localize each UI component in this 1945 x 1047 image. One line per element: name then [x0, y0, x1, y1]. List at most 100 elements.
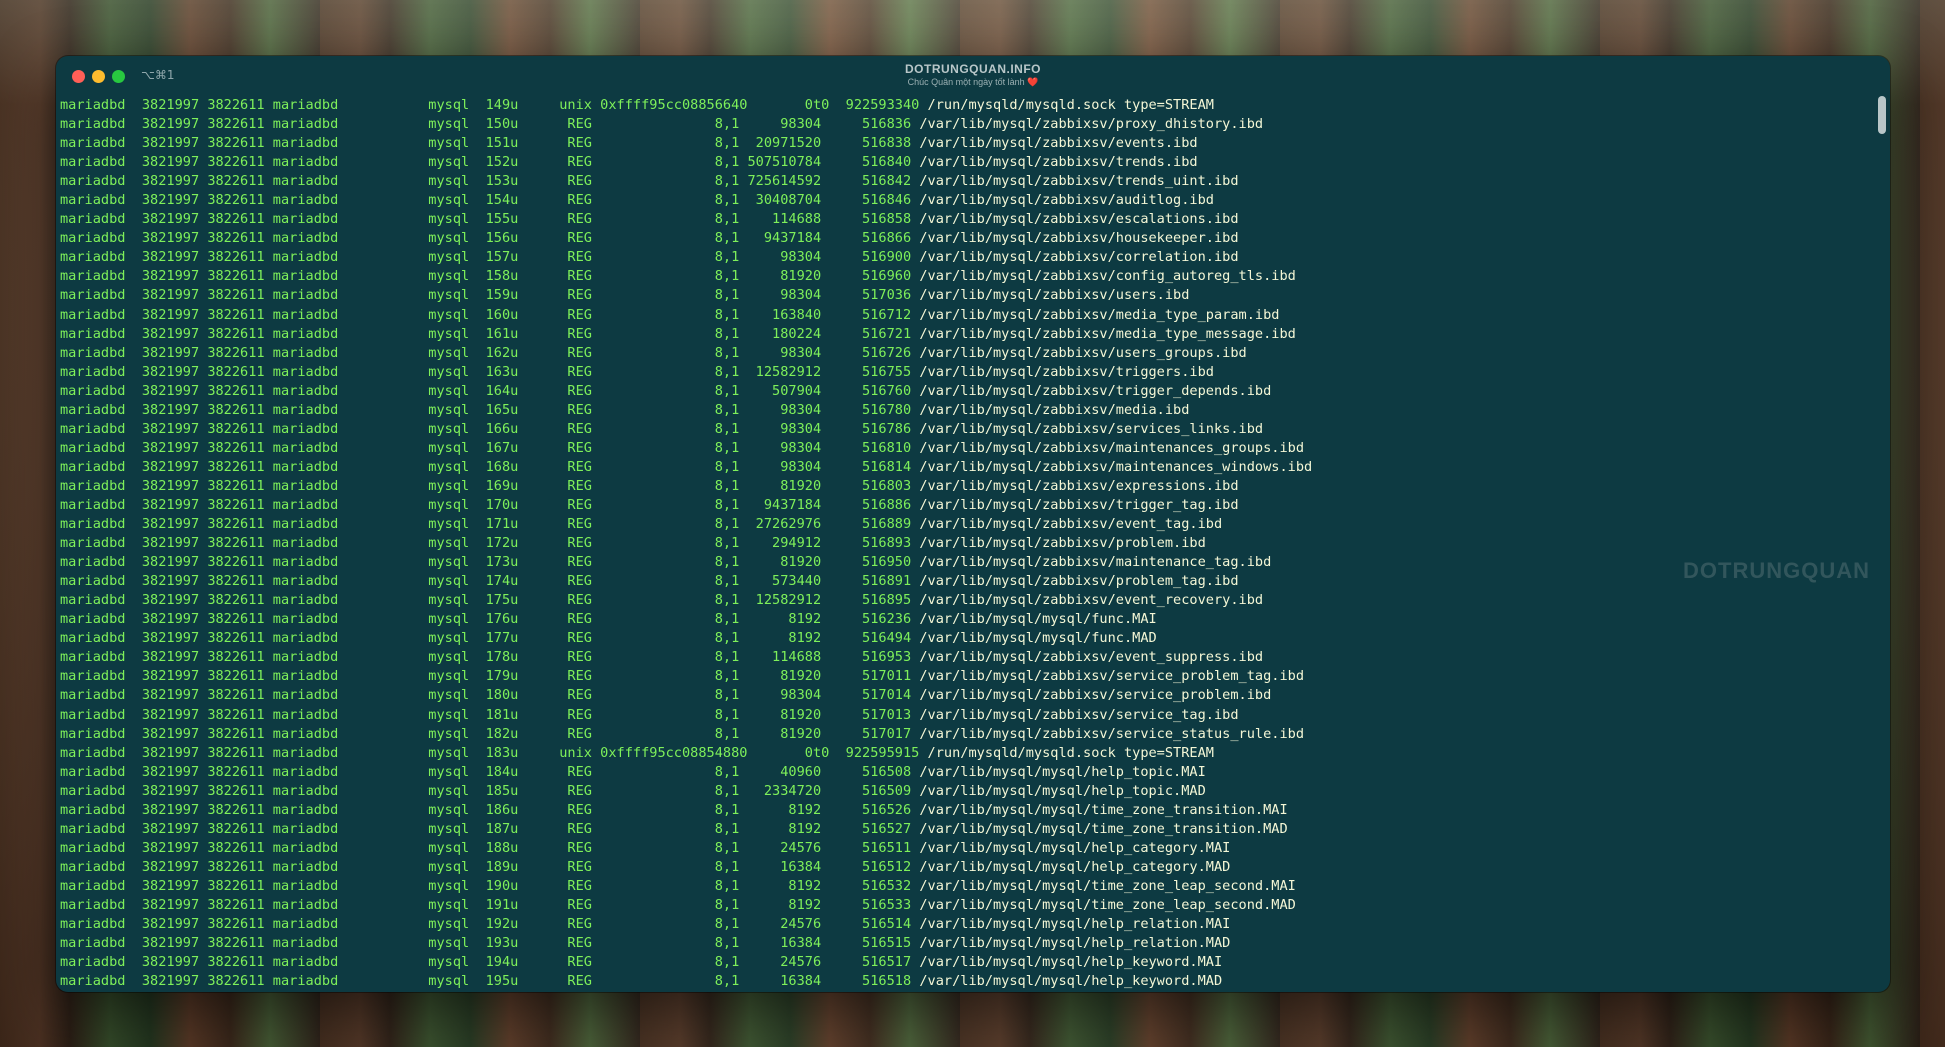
file-path: /var/lib/mysql/zabbixsv/users.ibd: [919, 287, 1190, 304]
terminal-line: mariadbd 3821997 3822611 mariadbd mysql …: [60, 96, 1874, 115]
file-path: /var/lib/mysql/zabbixsv/media_type_messa…: [919, 325, 1296, 342]
terminal-line: mariadbd 3821997 3822611 mariadbd mysql …: [60, 782, 1874, 801]
lsof-fields: mariadbd 3821997 3822611 mariadbd mysql …: [60, 877, 920, 894]
lsof-fields: mariadbd 3821997 3822611 mariadbd mysql …: [60, 706, 920, 723]
lsof-fields: mariadbd 3821997 3822611 mariadbd mysql …: [60, 477, 920, 494]
terminal-output[interactable]: mariadbd 3821997 3822611 mariadbd mysql …: [60, 96, 1874, 992]
lsof-fields: mariadbd 3821997 3822611 mariadbd mysql …: [60, 820, 920, 837]
file-path: /var/lib/mysql/zabbixsv/trigger_depends.…: [919, 382, 1272, 399]
file-path: /var/lib/mysql/zabbixsv/correlation.ibd: [919, 249, 1239, 266]
terminal-line: mariadbd 3821997 3822611 mariadbd mysql …: [60, 477, 1874, 496]
terminal-line: mariadbd 3821997 3822611 mariadbd mysql …: [60, 267, 1874, 286]
terminal-line: mariadbd 3821997 3822611 mariadbd mysql …: [60, 420, 1874, 439]
file-path: /var/lib/mysql/mysql/help_category.MAD: [919, 858, 1231, 875]
file-path: /var/lib/mysql/mysql/help_category.MAI: [919, 839, 1231, 856]
lsof-fields: mariadbd 3821997 3822611 mariadbd mysql …: [60, 382, 920, 399]
lsof-fields: mariadbd 3821997 3822611 mariadbd mysql …: [60, 211, 920, 228]
terminal-line: mariadbd 3821997 3822611 mariadbd mysql …: [60, 306, 1874, 325]
terminal-line: mariadbd 3821997 3822611 mariadbd mysql …: [60, 667, 1874, 686]
file-path: /var/lib/mysql/mysql/help_keyword.MAD: [919, 973, 1223, 990]
terminal-line: mariadbd 3821997 3822611 mariadbd mysql …: [60, 972, 1874, 991]
file-path: /var/lib/mysql/zabbixsv/maintenance_tag.…: [919, 554, 1272, 571]
file-path: /var/lib/mysql/zabbixsv/events.ibd: [919, 135, 1198, 152]
title-bar[interactable]: ⌥⌘1 DOTRUNGQUAN.INFO Chúc Quân một ngày …: [56, 56, 1890, 96]
file-path: /var/lib/mysql/mysql/help_relation.MAI: [919, 916, 1231, 933]
file-path: /var/lib/mysql/mysql/help_topic.MAI: [919, 763, 1206, 780]
file-path: /var/lib/mysql/mysql/func.MAI: [919, 611, 1157, 628]
file-path: /var/lib/mysql/zabbixsv/maintenances_win…: [919, 458, 1313, 475]
terminal-line: mariadbd 3821997 3822611 mariadbd mysql …: [60, 877, 1874, 896]
terminal-line: mariadbd 3821997 3822611 mariadbd mysql …: [60, 572, 1874, 591]
watermark-logo: DOTRUNGQUAN: [1683, 558, 1870, 583]
terminal-line: mariadbd 3821997 3822611 mariadbd mysql …: [60, 458, 1874, 477]
file-path: /var/lib/mysql/zabbixsv/event_recovery.i…: [919, 592, 1264, 609]
lsof-fields: mariadbd 3821997 3822611 mariadbd mysql …: [60, 154, 920, 171]
lsof-fields: mariadbd 3821997 3822611 mariadbd mysql …: [60, 896, 920, 913]
terminal-line: mariadbd 3821997 3822611 mariadbd mysql …: [60, 344, 1874, 363]
file-path: /var/lib/mysql/zabbixsv/proxy_dhistory.i…: [919, 116, 1264, 133]
file-path: /var/lib/mysql/zabbixsv/service_problem_…: [919, 668, 1304, 685]
file-path: /var/lib/mysql/zabbixsv/trends_uint.ibd: [919, 173, 1239, 190]
terminal-line: mariadbd 3821997 3822611 mariadbd mysql …: [60, 553, 1874, 572]
terminal-line: mariadbd 3821997 3822611 mariadbd mysql …: [60, 820, 1874, 839]
terminal-line: mariadbd 3821997 3822611 mariadbd mysql …: [60, 153, 1874, 172]
terminal-line: mariadbd 3821997 3822611 mariadbd mysql …: [60, 325, 1874, 344]
file-path: /var/lib/mysql/zabbixsv/housekeeper.ibd: [919, 230, 1239, 247]
file-path: /var/lib/mysql/mysql/time_zone_leap_seco…: [919, 877, 1296, 894]
terminal-line: mariadbd 3821997 3822611 mariadbd mysql …: [60, 248, 1874, 267]
window-title-block: DOTRUNGQUAN.INFO Chúc Quân một ngày tốt …: [56, 62, 1890, 88]
lsof-fields: mariadbd 3821997 3822611 mariadbd mysql …: [60, 97, 928, 113]
terminal-line: mariadbd 3821997 3822611 mariadbd mysql …: [60, 210, 1874, 229]
lsof-fields: mariadbd 3821997 3822611 mariadbd mysql …: [60, 192, 920, 209]
lsof-fields: mariadbd 3821997 3822611 mariadbd mysql …: [60, 649, 920, 666]
terminal-line: mariadbd 3821997 3822611 mariadbd mysql …: [60, 229, 1874, 248]
terminal-line: mariadbd 3821997 3822611 mariadbd mysql …: [60, 439, 1874, 458]
terminal-line: mariadbd 3821997 3822611 mariadbd mysql …: [60, 839, 1874, 858]
terminal-window[interactable]: ⌥⌘1 DOTRUNGQUAN.INFO Chúc Quân một ngày …: [56, 56, 1890, 992]
lsof-fields: mariadbd 3821997 3822611 mariadbd mysql …: [60, 325, 920, 342]
terminal-line: mariadbd 3821997 3822611 mariadbd mysql …: [60, 896, 1874, 915]
file-path: /var/lib/mysql/zabbixsv/media.ibd: [919, 401, 1190, 418]
lsof-fields: mariadbd 3821997 3822611 mariadbd mysql …: [60, 630, 920, 647]
terminal-line: mariadbd 3821997 3822611 mariadbd mysql …: [60, 534, 1874, 553]
lsof-fields: mariadbd 3821997 3822611 mariadbd mysql …: [60, 287, 920, 304]
lsof-fields: mariadbd 3821997 3822611 mariadbd mysql …: [60, 135, 920, 152]
lsof-fields: mariadbd 3821997 3822611 mariadbd mysql …: [60, 363, 920, 380]
file-path: /var/lib/mysql/zabbixsv/event_suppress.i…: [919, 649, 1264, 666]
file-path: /var/lib/mysql/zabbixsv/service_status_r…: [919, 725, 1304, 742]
scroll-thumb[interactable]: [1878, 96, 1886, 134]
lsof-fields: mariadbd 3821997 3822611 mariadbd mysql …: [60, 858, 920, 875]
lsof-fields: mariadbd 3821997 3822611 mariadbd mysql …: [60, 935, 920, 952]
lsof-fields: mariadbd 3821997 3822611 mariadbd mysql …: [60, 230, 920, 247]
file-path: /var/lib/mysql/mysql/func.MAD: [919, 630, 1157, 647]
lsof-fields: mariadbd 3821997 3822611 mariadbd mysql …: [60, 801, 920, 818]
terminal-line: mariadbd 3821997 3822611 mariadbd mysql …: [60, 801, 1874, 820]
lsof-fields: mariadbd 3821997 3822611 mariadbd mysql …: [60, 439, 920, 456]
terminal-line: mariadbd 3821997 3822611 mariadbd mysql …: [60, 858, 1874, 877]
lsof-fields: mariadbd 3821997 3822611 mariadbd mysql …: [60, 763, 920, 780]
window-title: DOTRUNGQUAN.INFO: [905, 62, 1041, 76]
lsof-fields: mariadbd 3821997 3822611 mariadbd mysql …: [60, 782, 920, 799]
terminal-line: mariadbd 3821997 3822611 mariadbd mysql …: [60, 115, 1874, 134]
terminal-line: mariadbd 3821997 3822611 mariadbd mysql …: [60, 496, 1874, 515]
file-path: /var/lib/mysql/zabbixsv/config_autoreg_t…: [919, 268, 1296, 285]
file-path: /var/lib/mysql/zabbixsv/users_groups.ibd: [919, 344, 1247, 361]
window-subtitle: Chúc Quân một ngày tốt lành ❤️: [56, 76, 1890, 88]
lsof-fields: mariadbd 3821997 3822611 mariadbd mysql …: [60, 268, 920, 285]
file-path: /var/lib/mysql/zabbixsv/event_tag.ibd: [919, 516, 1223, 533]
lsof-fields: mariadbd 3821997 3822611 mariadbd mysql …: [60, 535, 920, 552]
terminal-line: mariadbd 3821997 3822611 mariadbd mysql …: [60, 610, 1874, 629]
lsof-fields: mariadbd 3821997 3822611 mariadbd mysql …: [60, 687, 920, 704]
file-path: /var/lib/mysql/zabbixsv/trigger_tag.ibd: [919, 496, 1239, 513]
scrollbar[interactable]: [1878, 96, 1886, 986]
lsof-fields: mariadbd 3821997 3822611 mariadbd mysql …: [60, 954, 920, 971]
lsof-fields: mariadbd 3821997 3822611 mariadbd mysql …: [60, 344, 920, 361]
file-path: /var/lib/mysql/mysql/time_zone_transitio…: [919, 801, 1288, 818]
terminal-line: mariadbd 3821997 3822611 mariadbd mysql …: [60, 591, 1874, 610]
terminal-line: mariadbd 3821997 3822611 mariadbd mysql …: [60, 363, 1874, 382]
file-path: /var/lib/mysql/zabbixsv/escalations.ibd: [919, 211, 1239, 228]
lsof-fields: mariadbd 3821997 3822611 mariadbd mysql …: [60, 401, 920, 418]
lsof-fields: mariadbd 3821997 3822611 mariadbd mysql …: [60, 554, 920, 571]
lsof-fields: mariadbd 3821997 3822611 mariadbd mysql …: [60, 116, 920, 133]
terminal-line: mariadbd 3821997 3822611 mariadbd mysql …: [60, 401, 1874, 420]
